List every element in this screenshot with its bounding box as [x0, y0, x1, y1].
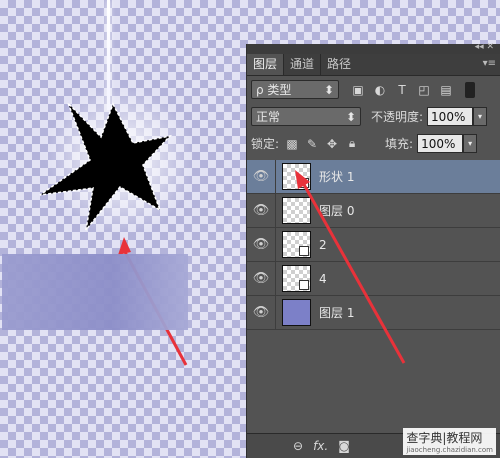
filter-toggle[interactable] — [465, 81, 475, 98]
watermark-title: 查字典|教程网 — [406, 431, 483, 445]
lock-label: 锁定: — [251, 137, 280, 151]
fill-label: 填充: — [385, 137, 414, 151]
chevron-down-icon: ⬍ — [345, 109, 356, 124]
fx-icon[interactable]: fx. — [313, 439, 328, 453]
layer-thumbnail — [282, 197, 311, 224]
chevron-down-icon: ⬍ — [323, 82, 334, 97]
layer-name: 2 — [319, 237, 327, 252]
layers-panel: ◂◂ ✕ 图层 通道 路径 ▾≡ ρ 类型 ⬍ ▣ ◐ T ◰ ▤ 正常 ⬍ 不… — [246, 42, 500, 458]
purple-rectangle-layer[interactable] — [2, 254, 188, 330]
layer-thumbnail — [282, 231, 311, 258]
text-icon[interactable]: T — [393, 81, 411, 99]
eye-icon[interactable]: 👁︎ — [247, 169, 275, 184]
eye-icon[interactable]: 👁︎ — [247, 305, 275, 320]
lock-transparent-icon[interactable]: ▩ — [285, 137, 299, 151]
eye-icon[interactable]: 👁︎ — [247, 203, 275, 218]
layer-row[interactable]: 👁︎ 图层 0 — [247, 194, 500, 228]
tab-layers[interactable]: 图层 — [247, 54, 284, 75]
layer-name: 图层 0 — [319, 204, 355, 218]
layer-thumbnail — [282, 163, 311, 190]
lock-row: 锁定: ▩ ✎ ✥ 🔒︎ 填充: 100% ▾ — [247, 130, 500, 157]
shape-icon[interactable]: ◰ — [415, 81, 433, 99]
layer-name: 形状 1 — [319, 170, 355, 184]
smart-object-icon[interactable]: ▤ — [437, 81, 455, 99]
filter-label: ρ 类型 — [256, 83, 292, 97]
lock-all-icon[interactable]: 🔒︎ — [345, 136, 359, 151]
watermark-url: jiaocheng.chazidian.com — [406, 446, 493, 454]
opacity-dropdown-button[interactable]: ▾ — [473, 107, 488, 126]
filter-row: ρ 类型 ⬍ ▣ ◐ T ◰ ▤ — [247, 76, 500, 103]
adjustment-icon[interactable]: ◐ — [371, 81, 389, 99]
fill-dropdown-button[interactable]: ▾ — [463, 134, 478, 153]
mask-icon[interactable]: ◙ — [338, 439, 350, 453]
blend-row: 正常 ⬍ 不透明度: 100% ▾ — [247, 103, 500, 130]
image-icon[interactable]: ▣ — [349, 81, 367, 99]
layer-list: 👁︎ 形状 1 👁︎ 图层 0 👁︎ 2 👁︎ 4 👁︎ 图层 1 — [247, 160, 500, 330]
canvas-artwork — [39, 85, 195, 366]
layer-row[interactable]: 👁︎ 2 — [247, 228, 500, 262]
layer-thumbnail — [282, 299, 311, 326]
link-icon[interactable]: ⊖ — [293, 439, 303, 453]
collapse-icon[interactable]: ◂◂ ✕ — [475, 42, 494, 52]
layer-row[interactable]: 👁︎ 4 — [247, 262, 500, 296]
layer-row[interactable]: 👁︎ 形状 1 — [247, 160, 500, 194]
opacity-field[interactable]: 100% — [427, 107, 474, 126]
panel-header: ◂◂ ✕ — [247, 42, 500, 54]
tab-paths[interactable]: 路径 — [320, 54, 357, 75]
lock-paint-icon[interactable]: ✎ — [305, 137, 319, 151]
watermark: 查字典|教程网 jiaocheng.chazidian.com — [403, 428, 496, 455]
layer-name: 4 — [319, 271, 327, 286]
layer-thumbnail — [282, 265, 311, 292]
layer-name: 图层 1 — [319, 306, 355, 320]
layer-row[interactable]: 👁︎ 图层 1 — [247, 296, 500, 330]
eye-icon[interactable]: 👁︎ — [247, 271, 275, 286]
eye-icon[interactable]: 👁︎ — [247, 237, 275, 252]
opacity-label: 不透明度: — [371, 110, 424, 124]
tab-channels[interactable]: 通道 — [283, 54, 320, 75]
lock-move-icon[interactable]: ✥ — [325, 137, 339, 151]
filter-select[interactable]: ρ 类型 ⬍ — [251, 80, 339, 99]
blend-mode-select[interactable]: 正常 ⬍ — [251, 107, 361, 126]
panel-menu-icon[interactable]: ▾≡ — [483, 58, 496, 69]
fill-field[interactable]: 100% — [417, 134, 464, 153]
panel-tabs: 图层 通道 路径 ▾≡ — [247, 54, 500, 76]
blend-mode-label: 正常 — [256, 110, 281, 124]
